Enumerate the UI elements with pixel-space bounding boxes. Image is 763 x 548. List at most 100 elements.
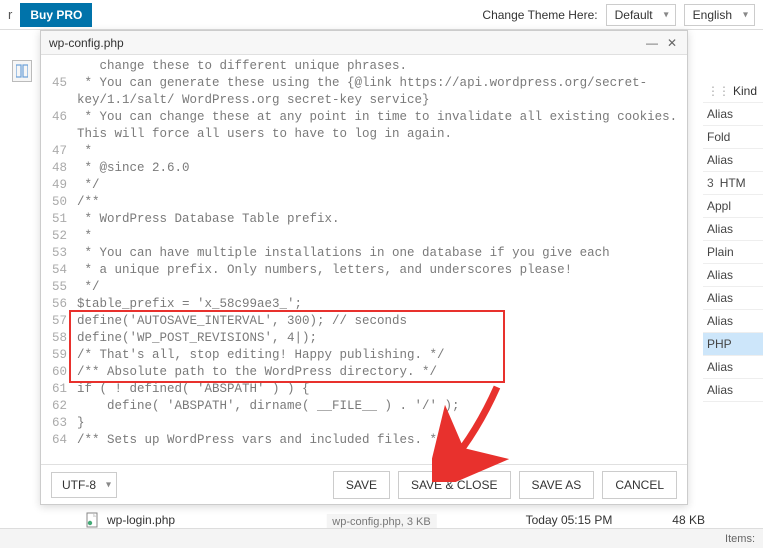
line-number: 48 xyxy=(41,160,73,177)
encoding-select[interactable]: UTF-8 xyxy=(51,472,117,498)
code-line[interactable]: key/1.1/salt/ WordPress.org secret-key s… xyxy=(41,92,687,109)
kind-label: Fold xyxy=(707,130,730,144)
language-select[interactable]: English xyxy=(684,4,755,26)
code-line[interactable]: 63} xyxy=(41,415,687,432)
kind-cell[interactable]: Alias xyxy=(703,287,763,310)
kind-cell[interactable]: Plain xyxy=(703,241,763,264)
save-as-button[interactable]: SAVE AS xyxy=(519,471,595,499)
minimize-icon[interactable]: — xyxy=(645,36,659,50)
kind-label: Plain xyxy=(707,245,734,259)
kind-label: Alias xyxy=(707,153,733,167)
code-line[interactable]: change these to different unique phrases… xyxy=(41,58,687,75)
code-line[interactable]: 50/** xyxy=(41,194,687,211)
code-line[interactable]: 59/* That's all, stop editing! Happy pub… xyxy=(41,347,687,364)
code-text: * WordPress Database Table prefix. xyxy=(73,211,687,228)
code-line[interactable]: 47 * xyxy=(41,143,687,160)
line-number: 60 xyxy=(41,364,73,381)
kind-label: Alias xyxy=(707,291,733,305)
line-number: 57 xyxy=(41,313,73,330)
top-toolbar: r Buy PRO Change Theme Here: Default Eng… xyxy=(0,0,763,30)
line-number: 63 xyxy=(41,415,73,432)
code-line[interactable]: 53 * You can have multiple installations… xyxy=(41,245,687,262)
app-letter: r xyxy=(8,7,12,22)
code-line[interactable]: 61if ( ! defined( 'ABSPATH' ) ) { xyxy=(41,381,687,398)
sidebar-panels-icon[interactable] xyxy=(12,60,32,82)
kind-cell[interactable]: Alias xyxy=(703,218,763,241)
code-line[interactable]: 64/** Sets up WordPress vars and include… xyxy=(41,432,687,449)
line-number xyxy=(41,58,73,75)
save-close-button[interactable]: SAVE & CLOSE xyxy=(398,471,510,499)
kind-label: Alias xyxy=(707,107,733,121)
line-number: 59 xyxy=(41,347,73,364)
code-line[interactable]: 46 * You can change these at any point i… xyxy=(41,109,687,126)
kind-label: Alias xyxy=(707,222,733,236)
code-line[interactable]: 49 */ xyxy=(41,177,687,194)
line-number xyxy=(41,92,73,109)
code-text: */ xyxy=(73,177,687,194)
code-text: key/1.1/salt/ WordPress.org secret-key s… xyxy=(73,92,687,109)
code-line[interactable]: 52 * xyxy=(41,228,687,245)
code-line[interactable]: 45 * You can generate these using the {@… xyxy=(41,75,687,92)
code-text: * You can generate these using the {@lin… xyxy=(73,75,687,92)
status-bar: Items: xyxy=(0,528,763,548)
line-number: 61 xyxy=(41,381,73,398)
file-date: Today 05:15 PM xyxy=(526,513,650,527)
code-line[interactable]: 62 define( 'ABSPATH', dirname( __FILE__ … xyxy=(41,398,687,415)
kind-cell[interactable]: Alias xyxy=(703,356,763,379)
kind-label: Appl xyxy=(707,199,731,213)
code-text: /** xyxy=(73,194,687,211)
kind-cell[interactable]: Fold xyxy=(703,126,763,149)
code-text: define( 'ABSPATH', dirname( __FILE__ ) .… xyxy=(73,398,687,415)
code-text: /** Sets up WordPress vars and included … xyxy=(73,432,687,449)
editor-titlebar[interactable]: wp-config.php — ✕ xyxy=(41,31,687,55)
kind-cell[interactable]: Alias xyxy=(703,103,763,126)
kind-label: HTM xyxy=(720,176,746,190)
code-text: This will force all users to have to log… xyxy=(73,126,687,143)
status-items-label: Items: xyxy=(725,533,755,545)
code-text: } xyxy=(73,415,687,432)
line-number xyxy=(41,126,73,143)
editor-window: wp-config.php — ✕ change these to differ… xyxy=(40,30,688,505)
code-text: * You can change these at any point in t… xyxy=(73,109,687,126)
line-number: 52 xyxy=(41,228,73,245)
line-number: 54 xyxy=(41,262,73,279)
code-line[interactable]: 48 * @since 2.6.0 xyxy=(41,160,687,177)
code-line[interactable]: 51 * WordPress Database Table prefix. xyxy=(41,211,687,228)
code-line[interactable]: 60/** Absolute path to the WordPress dir… xyxy=(41,364,687,381)
change-theme-label: Change Theme Here: xyxy=(482,8,597,22)
kind-cell[interactable]: Alias xyxy=(703,310,763,333)
code-line[interactable]: This will force all users to have to log… xyxy=(41,126,687,143)
code-line[interactable]: 56$table_prefix = 'x_58c99ae3_'; xyxy=(41,296,687,313)
kind-cell[interactable]: 3HTM xyxy=(703,172,763,195)
cancel-button[interactable]: CANCEL xyxy=(602,471,677,499)
code-text: * @since 2.6.0 xyxy=(73,160,687,177)
code-text: define('WP_POST_REVISIONS', 4|); xyxy=(73,330,687,347)
code-line[interactable]: 54 * a unique prefix. Only numbers, lett… xyxy=(41,262,687,279)
code-line[interactable]: 58define('WP_POST_REVISIONS', 4|); xyxy=(41,330,687,347)
code-text: * You can have multiple installations in… xyxy=(73,245,687,262)
line-number: 49 xyxy=(41,177,73,194)
kind-cell[interactable]: Appl xyxy=(703,195,763,218)
kind-cell[interactable]: Alias xyxy=(703,149,763,172)
close-icon[interactable]: ✕ xyxy=(665,36,679,50)
line-number: 47 xyxy=(41,143,73,160)
code-text: */ xyxy=(73,279,687,296)
kind-cell[interactable]: Alias xyxy=(703,264,763,287)
code-line[interactable]: 57define('AUTOSAVE_INTERVAL', 300); // s… xyxy=(41,313,687,330)
editor-footer: UTF-8 SAVE SAVE & CLOSE SAVE AS CANCEL xyxy=(41,464,687,504)
code-area[interactable]: change these to different unique phrases… xyxy=(41,55,687,464)
file-name: wp-login.php xyxy=(107,513,342,527)
buy-pro-button[interactable]: Buy PRO xyxy=(20,3,92,27)
line-number: 46 xyxy=(41,109,73,126)
kind-cell[interactable]: Alias xyxy=(703,379,763,402)
code-line[interactable]: 55 */ xyxy=(41,279,687,296)
theme-select[interactable]: Default xyxy=(606,4,676,26)
kind-cell[interactable]: PHP xyxy=(703,333,763,356)
code-text: * xyxy=(73,228,687,245)
column-header-kind[interactable]: ⋮⋮Kind xyxy=(703,80,763,103)
line-number: 62 xyxy=(41,398,73,415)
save-button[interactable]: SAVE xyxy=(333,471,390,499)
line-number: 55 xyxy=(41,279,73,296)
code-text: define('AUTOSAVE_INTERVAL', 300); // sec… xyxy=(73,313,687,330)
kind-label: Alias xyxy=(707,360,733,374)
